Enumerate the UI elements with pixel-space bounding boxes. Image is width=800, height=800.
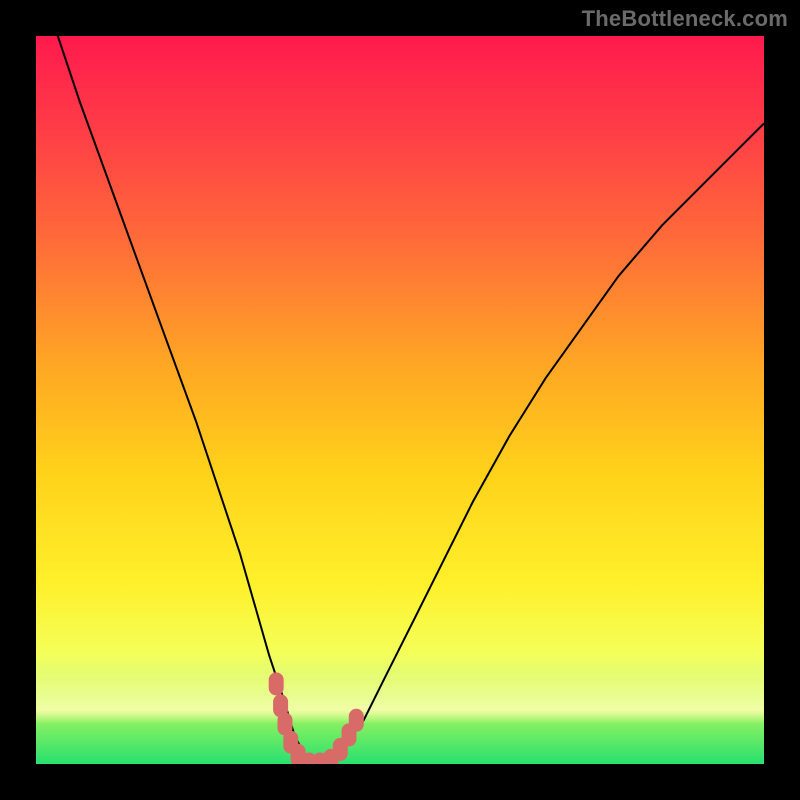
plot-area — [36, 36, 764, 764]
watermark-text: TheBottleneck.com — [582, 6, 788, 32]
heatmap-gradient — [36, 36, 764, 764]
chart-frame: TheBottleneck.com — [0, 0, 800, 800]
